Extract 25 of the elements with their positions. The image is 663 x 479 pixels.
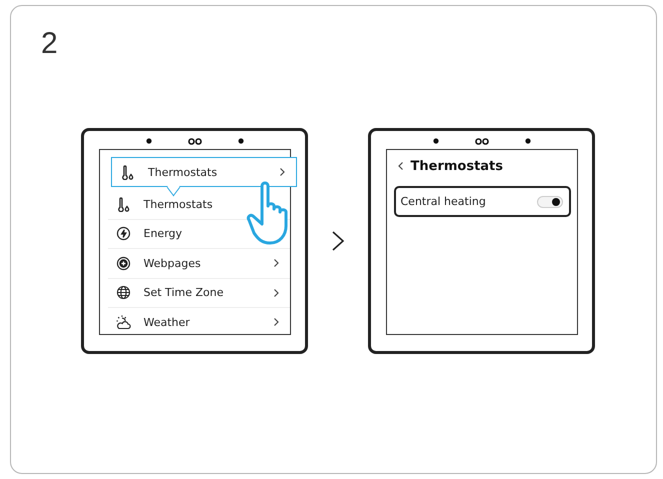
globe-icon — [116, 285, 130, 300]
lightning-bolt-icon — [116, 226, 130, 242]
web-icon — [116, 256, 130, 271]
sun-cloud-icon — [116, 314, 130, 330]
back-chevron-icon[interactable] — [396, 161, 404, 171]
camera-lens-icon — [474, 138, 488, 144]
sensor-dot-icon — [432, 138, 438, 144]
menu-item[interactable]: Set Time Zone — [108, 278, 290, 308]
sensor-dot-icon — [238, 138, 244, 144]
thermometer-drop-icon — [116, 196, 130, 212]
chevron-right-icon — [272, 288, 280, 298]
screen-title: Thermostats — [410, 158, 504, 174]
menu-item[interactable]: Webpages — [108, 249, 290, 278]
toggle-switch[interactable] — [536, 196, 562, 208]
chevron-right-icon — [272, 317, 280, 328]
menu-item[interactable]: Weather — [108, 308, 290, 334]
sensor-dot-icon — [524, 138, 530, 144]
thermometer-drop-icon — [120, 164, 135, 180]
camera-lens-icon — [188, 138, 202, 144]
setting-label: Central heating — [400, 195, 486, 208]
chevron-right-icon — [272, 258, 280, 268]
chevron-right-icon — [279, 167, 286, 177]
step-number: 2 — [41, 26, 59, 62]
chevron-right-icon — [331, 230, 345, 252]
sensor-dot-icon — [146, 138, 152, 144]
